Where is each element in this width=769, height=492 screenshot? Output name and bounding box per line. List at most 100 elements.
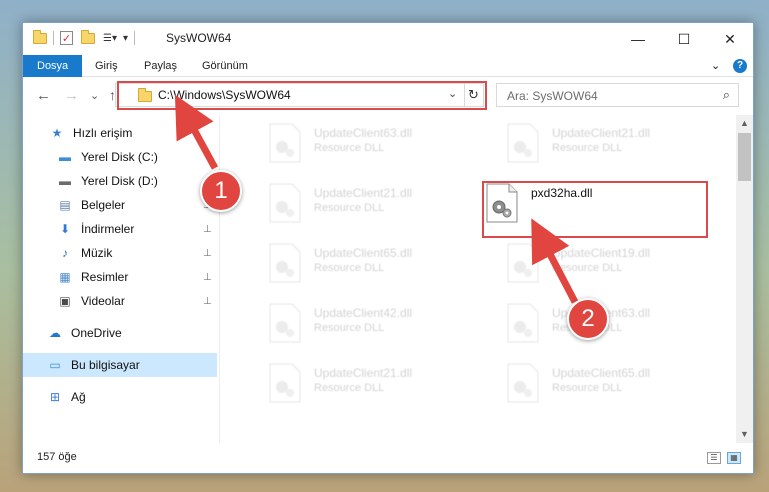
file-explorer-window: ✓ ☰▾ ▾ SysWOW64 — ☐ ✕ Dosya Giriş Paylaş… [22, 22, 754, 474]
dll-file-icon [269, 183, 301, 223]
music-icon: ♪ [62, 246, 68, 260]
file-type: Resource DLL [314, 382, 385, 394]
scroll-up-icon[interactable]: ▲ [736, 115, 753, 132]
sidebar-item-downloads[interactable]: ⬇ İndirmeler ⊥ [23, 217, 217, 241]
tiles-view-icon[interactable]: ▦ [727, 452, 741, 464]
sidebar-item-label: Bu bilgisayar [71, 358, 140, 372]
sidebar-item-label: Videolar [81, 294, 125, 308]
new-folder-icon[interactable] [81, 29, 95, 44]
divider [134, 31, 136, 45]
file-type: Resource DLL [552, 382, 623, 394]
customize-toolbar-icon[interactable]: ▾ [123, 33, 128, 44]
star-icon: ★ [51, 126, 63, 140]
documents-icon: ▤ [59, 198, 71, 212]
step-1-badge: 1 [200, 170, 242, 212]
recent-locations-button[interactable]: ⌄ [90, 89, 99, 102]
properties-icon[interactable]: ✓ [60, 31, 73, 45]
file-name: UpdateClient65.dll [552, 366, 651, 380]
sidebar-item-pictures[interactable]: ▦ Resimler ⊥ [23, 265, 217, 289]
file-type: Resource DLL [314, 262, 385, 274]
tab-share[interactable]: Paylaş [132, 55, 189, 77]
sidebar-item-onedrive[interactable]: ☁ OneDrive [23, 321, 217, 345]
dll-file-icon [269, 123, 301, 163]
file-name: UpdateClient42.dll [314, 306, 413, 320]
sidebar-item-local-disk-d[interactable]: ▬ Yerel Disk (D:) [23, 169, 217, 193]
sidebar-item-label: Resimler [81, 270, 129, 284]
scroll-down-icon[interactable]: ▼ [736, 426, 753, 443]
forward-button[interactable]: → [64, 87, 79, 104]
title-bar: ✓ ☰▾ ▾ SysWOW64 — ☐ ✕ [23, 23, 753, 55]
expand-ribbon-icon[interactable]: ⌄ [711, 59, 720, 72]
dll-file-icon [269, 363, 301, 403]
pin-icon[interactable]: ⊥ [203, 296, 212, 307]
file-type: Resource DLL [552, 142, 623, 154]
pin-icon[interactable]: ⊥ [203, 248, 212, 259]
dll-file-icon [507, 363, 539, 403]
dll-file-icon [269, 303, 301, 343]
sidebar-item-music[interactable]: ♪ Müzik ⊥ [23, 241, 217, 265]
sidebar-item-this-pc[interactable]: ▭ Bu bilgisayar [23, 353, 217, 377]
drive-icon: ▬ [59, 174, 71, 188]
pictures-icon: ▦ [59, 270, 71, 284]
ribbon-tabs: Dosya Giriş Paylaş Görünüm ⌄ ? [23, 55, 753, 77]
navigation-pane: ★ Hızlı erişim ▬ Yerel Disk (C:) ▬ Yerel… [23, 115, 219, 443]
tab-view[interactable]: Görünüm [190, 55, 260, 77]
file-list: UpdateClient63.dll Resource DLL UpdateCl… [220, 115, 736, 443]
cloud-icon: ☁ [49, 326, 61, 340]
network-icon: ⊞ [49, 390, 61, 404]
details-view-icon[interactable]: ☰ [707, 452, 721, 464]
file-name: UpdateClient21.dll [314, 186, 413, 200]
search-input[interactable]: Ara: SysWOW64 [507, 89, 598, 103]
drive-icon: ▬ [59, 150, 71, 164]
sidebar-item-label: Yerel Disk (D:) [81, 174, 158, 188]
sidebar-item-label: Belgeler [81, 198, 126, 212]
file-type: Resource DLL [314, 142, 385, 154]
item-count: 157 öğe [37, 451, 77, 463]
sidebar-item-label: Ağ [71, 390, 86, 404]
tab-home[interactable]: Giriş [83, 55, 130, 77]
sidebar-item-videos[interactable]: ▣ Videolar ⊥ [23, 289, 217, 313]
file-highlight-box [482, 181, 708, 238]
search-icon[interactable]: ⌕ [723, 87, 730, 103]
back-button[interactable]: ← [36, 87, 51, 104]
downloads-icon: ⬇ [59, 222, 71, 236]
dll-file-icon [507, 303, 539, 343]
close-button[interactable]: ✕ [707, 23, 753, 55]
maximize-button[interactable]: ☐ [661, 23, 707, 55]
help-icon[interactable]: ? [733, 59, 747, 73]
file-type: Resource DLL [314, 202, 385, 214]
file-name: UpdateClient21.dll [552, 126, 651, 140]
window-title: SysWOW64 [166, 31, 232, 45]
videos-icon: ▣ [59, 294, 71, 308]
address-highlight-box [117, 81, 487, 110]
minimize-button[interactable]: — [615, 23, 661, 55]
sidebar-item-quick-access[interactable]: ★ Hızlı erişim [23, 121, 217, 145]
sidebar-item-network[interactable]: ⊞ Ağ [23, 385, 217, 409]
computer-icon: ▭ [49, 358, 61, 372]
dll-file-icon [269, 243, 301, 283]
folder-icon[interactable] [33, 29, 47, 44]
sidebar-item-label: İndirmeler [81, 222, 135, 236]
dll-file-icon [507, 243, 539, 283]
tab-file[interactable]: Dosya [23, 55, 83, 77]
file-name: UpdateClient65.dll [314, 246, 413, 260]
dll-file-icon [507, 123, 539, 163]
file-type: Resource DLL [314, 322, 385, 334]
sidebar-item-label: OneDrive [71, 326, 122, 340]
sidebar-item-documents[interactable]: ▤ Belgeler ⊥ [23, 193, 217, 217]
pin-icon[interactable]: ⊥ [203, 224, 212, 235]
scroll-thumb[interactable] [738, 133, 751, 181]
sidebar-item-label: Müzik [81, 246, 113, 260]
vertical-scrollbar[interactable]: ▲ ▼ [736, 115, 753, 443]
step-2-badge: 2 [567, 298, 609, 340]
view-menu-icon[interactable]: ☰▾ [103, 33, 117, 44]
file-name: UpdateClient19.dll [552, 246, 651, 260]
search-box[interactable]: Ara: SysWOW64 ⌕ [496, 83, 739, 107]
file-name: UpdateClient63.dll [314, 126, 413, 140]
quick-access-toolbar: ✓ ☰▾ ▾ [33, 29, 141, 45]
sidebar-item-label: Yerel Disk (C:) [81, 150, 158, 164]
file-name: UpdateClient21.dll [314, 366, 413, 380]
status-bar: 157 öğe ☰ ▦ [23, 443, 753, 473]
sidebar-item-local-disk-c[interactable]: ▬ Yerel Disk (C:) [23, 145, 217, 169]
pin-icon[interactable]: ⊥ [203, 272, 212, 283]
